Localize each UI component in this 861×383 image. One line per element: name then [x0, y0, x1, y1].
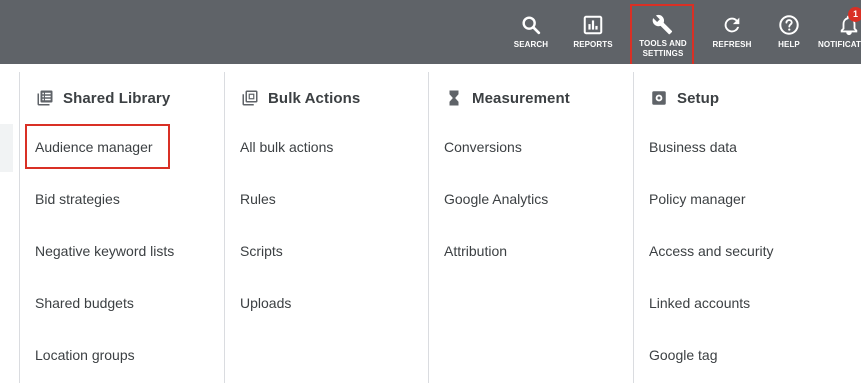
menu-item-rules[interactable]: Rules [240, 191, 276, 207]
help-label: HELP [778, 40, 800, 49]
menu-item-linked-accounts[interactable]: Linked accounts [649, 295, 750, 311]
left-edge-strip [0, 124, 13, 172]
setup-title: Setup [677, 89, 720, 107]
bulk-actions-title: Bulk Actions [268, 89, 361, 107]
shared-library-header: Shared Library [35, 86, 170, 110]
search-icon [522, 16, 541, 35]
notifications-label: NOTIFICATIONS [818, 40, 861, 49]
tools-highlight-box [630, 4, 694, 64]
search-button[interactable]: SEARCH [510, 0, 552, 64]
shared-library-title: Shared Library [63, 89, 171, 107]
menu-item-location-groups[interactable]: Location groups [35, 347, 135, 363]
bulk-actions-header: Bulk Actions [240, 86, 360, 110]
menu-item-attribution[interactable]: Attribution [444, 243, 507, 259]
menu-item-google-analytics[interactable]: Google Analytics [444, 191, 548, 207]
audience-manager-highlight-box [25, 124, 170, 169]
refresh-icon [724, 17, 740, 33]
hourglass-icon [444, 88, 464, 108]
menu-item-scripts[interactable]: Scripts [240, 243, 283, 259]
refresh-button[interactable]: REFRESH [709, 0, 755, 64]
reports-label: REPORTS [573, 40, 613, 49]
menu-item-access-and-security[interactable]: Access and security [649, 243, 774, 259]
menu-item-policy-manager[interactable]: Policy manager [649, 191, 746, 207]
help-icon [779, 15, 799, 35]
search-label: SEARCH [513, 40, 549, 49]
notification-count-badge: 1 [848, 7, 861, 22]
menu-item-negative-keyword-lists[interactable]: Negative keyword lists [35, 243, 174, 259]
menu-item-uploads[interactable]: Uploads [240, 295, 291, 311]
menu-item-all-bulk-actions[interactable]: All bulk actions [240, 139, 333, 155]
menu-item-conversions[interactable]: Conversions [444, 139, 522, 155]
top-toolbar: SEARCH REPORTS TOOLS AND SETTINGS REFRES… [0, 0, 861, 64]
menu-item-shared-budgets[interactable]: Shared budgets [35, 295, 134, 311]
setup-icon [649, 88, 669, 108]
menu-item-bid-strategies[interactable]: Bid strategies [35, 191, 120, 207]
library-icon [35, 88, 55, 108]
menu-item-google-tag[interactable]: Google tag [649, 347, 718, 363]
menu-item-business-data[interactable]: Business data [649, 139, 737, 155]
bulk-actions-column: Bulk Actions All bulk actions Rules Scri… [224, 72, 429, 383]
reports-icon [583, 15, 603, 35]
bulk-actions-icon [240, 88, 260, 108]
help-button[interactable]: HELP [772, 0, 806, 64]
refresh-label: REFRESH [712, 40, 752, 49]
reports-button[interactable]: REPORTS [570, 0, 616, 64]
setup-header: Setup [649, 86, 719, 110]
setup-column: Setup Business data Policy manager Acces… [633, 72, 861, 383]
measurement-column: Measurement Conversions Google Analytics… [428, 72, 634, 383]
measurement-title: Measurement [472, 89, 570, 107]
shared-library-column: Shared Library Audience manager Bid stra… [19, 72, 225, 383]
measurement-header: Measurement [444, 86, 570, 110]
